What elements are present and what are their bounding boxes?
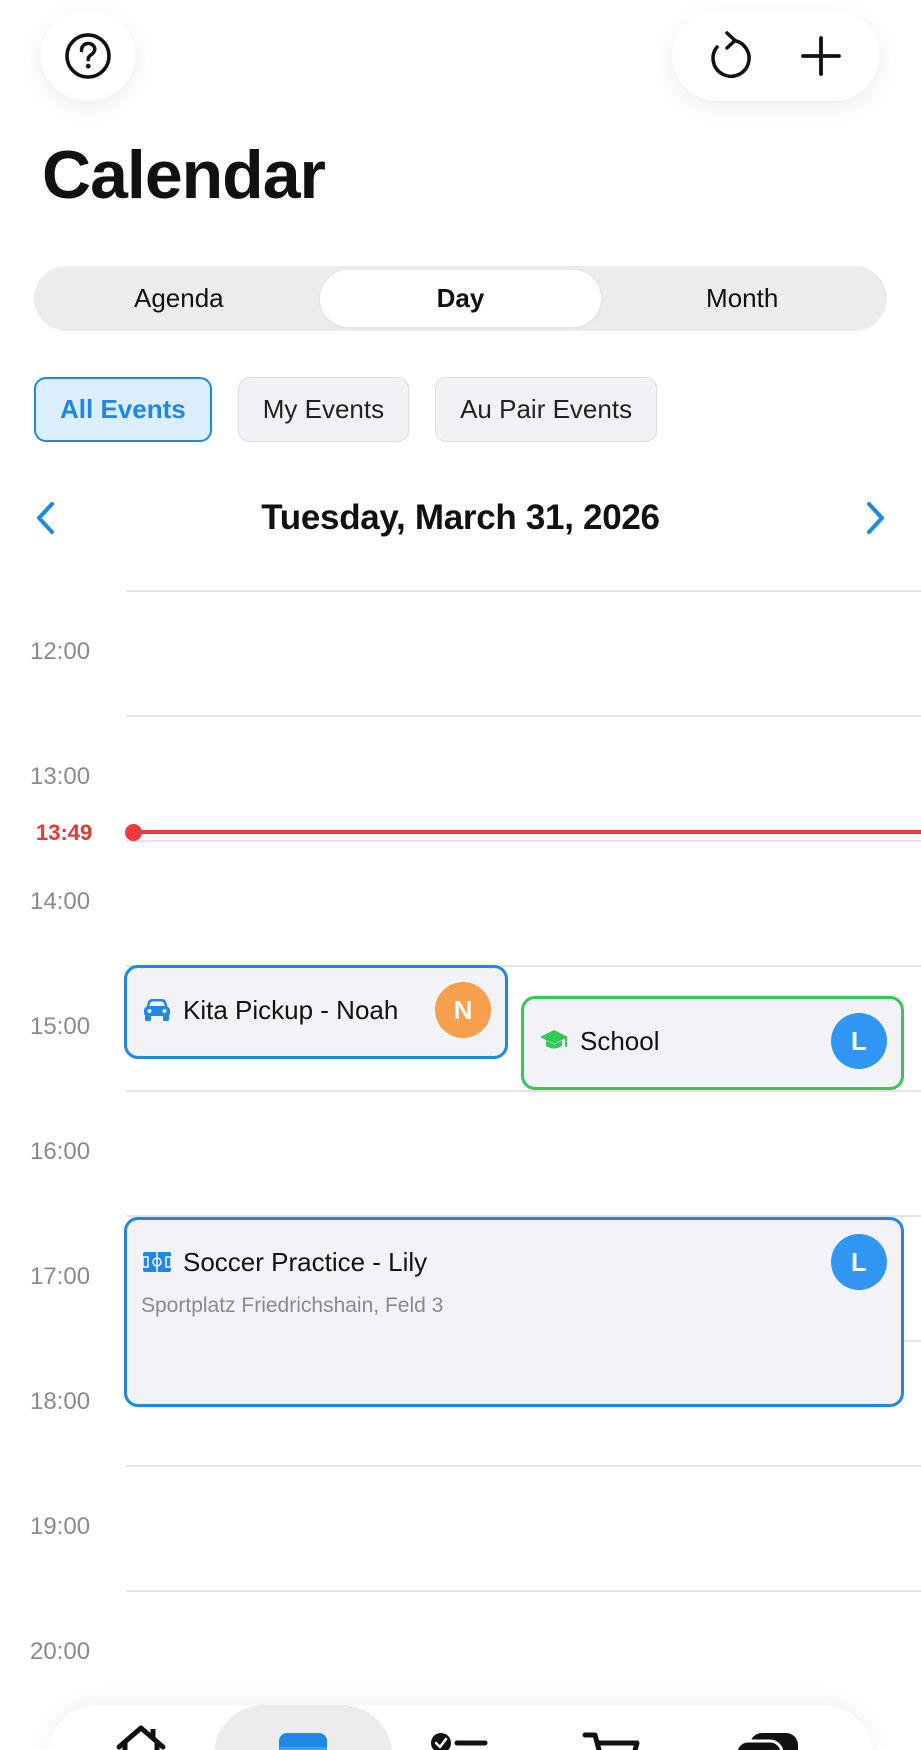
tab-bar — [48, 1705, 873, 1750]
hour-line — [126, 715, 921, 717]
plus-icon — [801, 35, 842, 76]
day-timeline: 12:00 13:00 14:00 15:00 16:00 17:00 18:0… — [0, 590, 921, 1750]
event-location: Sportplatz Friedrichshain, Feld 3 — [141, 1294, 444, 1317]
add-event-button[interactable] — [791, 26, 851, 86]
hour-line — [126, 590, 921, 592]
page-title: Calendar — [42, 137, 326, 213]
event-row: School L — [538, 999, 887, 1083]
date-navigation: Tuesday, March 31, 2026 — [0, 490, 921, 546]
tab-shopping[interactable] — [556, 1705, 666, 1750]
hour-label: 19:00 — [30, 1513, 91, 1540]
filter-all-events[interactable]: All Events — [34, 377, 212, 442]
event-school[interactable]: School L — [521, 996, 904, 1090]
chat-icon — [734, 1733, 798, 1750]
event-row: Kita Pickup - Noah N — [141, 968, 491, 1052]
tab-home[interactable] — [86, 1705, 196, 1750]
hour-line — [126, 1465, 921, 1467]
cart-icon — [582, 1732, 640, 1750]
segment-day[interactable]: Day — [319, 270, 602, 327]
tab-calendar[interactable] — [214, 1705, 392, 1750]
event-filters: All Events My Events Au Pair Events — [34, 377, 658, 442]
event-title: School — [580, 1025, 660, 1056]
question-circle-icon — [65, 32, 111, 79]
hour-line — [126, 1590, 921, 1592]
home-icon — [116, 1725, 166, 1750]
checklist-icon — [431, 1733, 488, 1750]
event-title: Kita Pickup - Noah — [183, 994, 399, 1025]
event-kita-pickup[interactable]: Kita Pickup - Noah N — [124, 965, 508, 1059]
hour-line — [126, 1090, 921, 1092]
hour-label: 17:00 — [30, 1263, 91, 1290]
filter-my-events[interactable]: My Events — [237, 377, 410, 442]
avatar: L — [831, 1234, 887, 1290]
current-time-label: 13:49 — [36, 820, 93, 845]
tab-tasks[interactable] — [404, 1705, 514, 1750]
hour-label: 15:00 — [30, 1013, 91, 1040]
help-button[interactable] — [41, 10, 135, 101]
current-time-line — [134, 830, 921, 834]
segment-agenda[interactable]: Agenda — [38, 270, 320, 327]
refresh-button[interactable] — [700, 26, 760, 86]
soccer-field-icon — [141, 1246, 173, 1278]
avatar: L — [831, 1013, 887, 1069]
avatar: N — [435, 982, 491, 1038]
filter-au-pair-events[interactable]: Au Pair Events — [435, 377, 658, 442]
event-soccer-practice[interactable]: Soccer Practice - Lily L Sportplatz Frie… — [124, 1217, 904, 1407]
car-icon — [141, 994, 173, 1026]
event-title: Soccer Practice - Lily — [183, 1246, 428, 1277]
next-day-button[interactable] — [853, 496, 897, 540]
hour-label: 14:00 — [30, 888, 91, 915]
current-date: Tuesday, March 31, 2026 — [261, 498, 660, 537]
event-row: Soccer Practice - Lily L — [141, 1220, 887, 1304]
hour-label: 12:00 — [30, 638, 91, 665]
refresh-icon — [711, 30, 751, 78]
hour-line — [126, 840, 921, 842]
calendar-icon — [279, 1733, 327, 1750]
hour-label: 20:00 — [30, 1638, 91, 1665]
graduation-cap-icon — [538, 1025, 570, 1057]
hour-label: 16:00 — [30, 1138, 91, 1165]
tab-messages[interactable] — [712, 1705, 822, 1750]
segment-month[interactable]: Month — [601, 270, 883, 327]
hour-label: 13:00 — [30, 763, 91, 790]
view-switcher: Agenda Day Month — [34, 266, 887, 331]
hour-label: 18:00 — [30, 1388, 91, 1415]
chevron-right-icon — [867, 502, 884, 534]
top-actions — [672, 10, 879, 101]
